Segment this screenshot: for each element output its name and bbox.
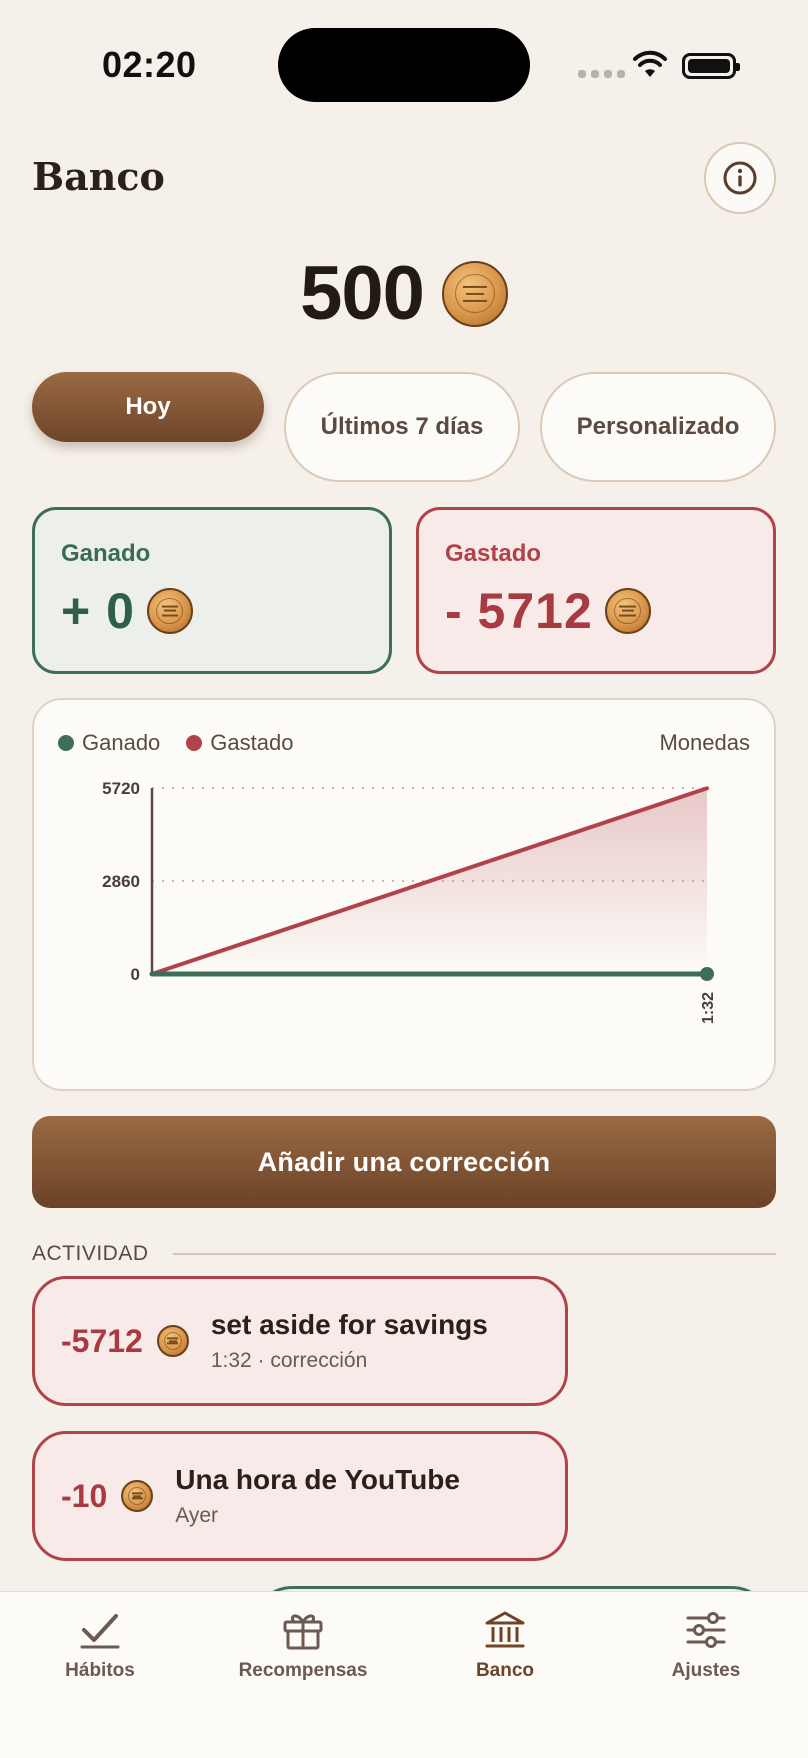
earned-value: + 0 <box>61 583 135 639</box>
activity-title-text: Una hora de YouTube <box>175 1464 460 1495</box>
status-time: 02:20 <box>102 44 197 85</box>
activity-subtitle: Ayer <box>175 1504 219 1527</box>
info-button[interactable] <box>704 142 776 214</box>
coin-icon <box>121 1480 154 1512</box>
earned-end-point <box>700 967 714 981</box>
divider <box>172 1253 776 1255</box>
coin-icon <box>604 588 651 634</box>
activity-subtitle: 1:32 · corrección <box>210 1349 368 1372</box>
activity-amount: -10 <box>61 1477 108 1514</box>
period-tabs: Hoy Últimos 7 días Personalizado <box>32 372 776 482</box>
balance-value: 500 <box>300 251 425 336</box>
wifi-icon <box>633 50 667 77</box>
add-correction-button[interactable]: Añadir una corrección <box>32 1116 776 1208</box>
nav-rewards[interactable]: Recompensas <box>203 1610 403 1682</box>
line-chart: 0 2860 5720 1:32 <box>102 779 717 1024</box>
nav-label: Recompensas <box>238 1660 368 1681</box>
sliders-icon <box>686 1612 726 1648</box>
balance-display: 500 <box>0 250 808 337</box>
coin-icon <box>146 588 193 634</box>
activity-item[interactable]: -5712 set aside for savings 1:32 · corre… <box>32 1276 568 1406</box>
status-bar: 02:20 <box>0 0 808 130</box>
nav-bank[interactable]: Banco <box>405 1610 605 1682</box>
activity-title: ACTIVIDAD <box>32 1242 149 1265</box>
check-icon <box>80 1614 120 1649</box>
chart-card: Ganado Gastado Monedas 0 2860 5720 1:32 <box>32 698 776 1091</box>
earned-card: Ganado + 0 <box>32 507 392 674</box>
activity-amount: -5712 <box>61 1322 143 1359</box>
y-tick-label: 5720 <box>102 779 140 798</box>
spent-card: Gastado - 5712 <box>416 507 776 674</box>
dynamic-island <box>278 28 530 102</box>
nav-label: Ajustes <box>671 1660 741 1681</box>
nav-label: Hábitos <box>65 1660 135 1681</box>
earned-label: Ganado <box>61 540 151 567</box>
info-icon <box>723 161 757 195</box>
nav-label: Banco <box>475 1660 535 1681</box>
activity-title-text: set aside for savings <box>210 1309 488 1340</box>
y-tick-label: 2860 <box>102 872 140 891</box>
coin-icon <box>156 1325 189 1357</box>
page-title: Banco <box>32 154 165 199</box>
tab-last-7-days[interactable]: Últimos 7 días <box>284 372 520 482</box>
bank-icon <box>485 1611 525 1648</box>
x-tick-label: 1:32 <box>700 992 717 1024</box>
spent-value: - 5712 <box>445 583 593 639</box>
nav-habits[interactable]: Hábitos <box>0 1610 200 1682</box>
coin-icon <box>441 260 508 327</box>
gift-icon <box>283 1614 323 1650</box>
cellular-signal-icon <box>578 70 625 78</box>
tab-today[interactable]: Hoy <box>32 372 264 442</box>
activity-header: ACTIVIDAD <box>32 1242 776 1266</box>
battery-icon <box>682 53 740 79</box>
activity-item[interactable]: -10 Una hora de YouTube Ayer <box>32 1431 568 1561</box>
bottom-tab-bar: Hábitos Recompensas Banco Ajustes <box>0 1591 808 1758</box>
nav-settings[interactable]: Ajustes <box>606 1610 806 1682</box>
tab-custom[interactable]: Personalizado <box>540 372 776 482</box>
spent-label: Gastado <box>445 540 542 567</box>
y-tick-label: 0 <box>131 965 140 984</box>
